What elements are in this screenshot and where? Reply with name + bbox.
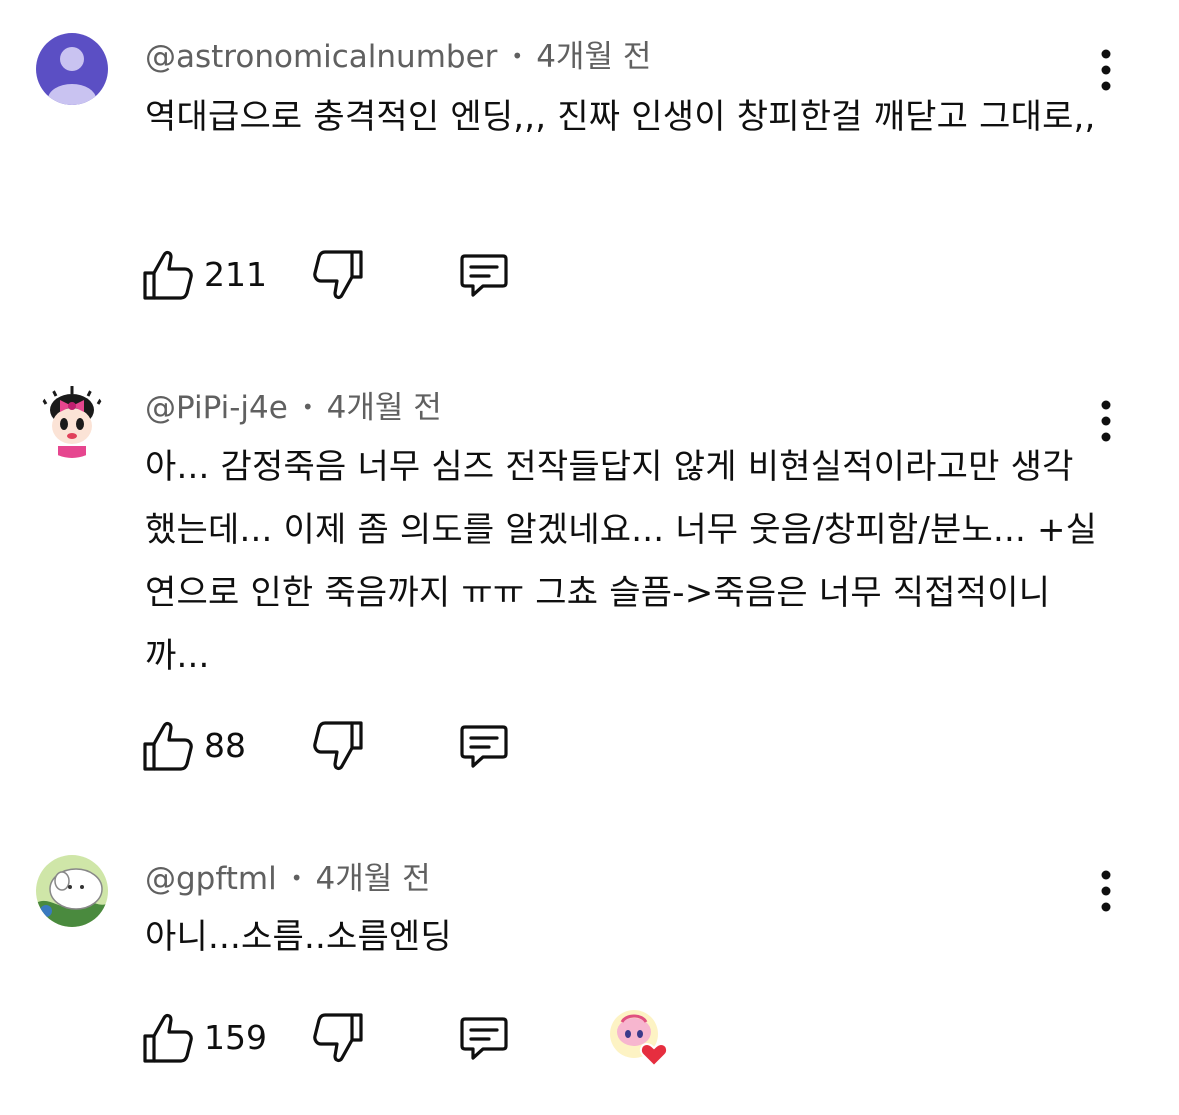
dislike-button[interactable] xyxy=(310,1010,366,1066)
thumbs-up-icon xyxy=(143,1013,193,1063)
comment-actions: 159 xyxy=(140,1010,740,1070)
reply-button[interactable] xyxy=(456,1010,512,1066)
like-count: 159 xyxy=(204,1018,267,1057)
separator-dot: • xyxy=(290,866,303,890)
more-options-button[interactable] xyxy=(1088,866,1124,916)
author-avatar[interactable] xyxy=(36,855,108,927)
comment-text: 아니...소름..소름엔딩 xyxy=(145,917,452,957)
author-name[interactable]: @gpftml xyxy=(145,861,277,897)
comment-time[interactable]: 4개월 전 xyxy=(316,861,431,897)
cartoon-animal-avatar-icon xyxy=(36,855,108,927)
creator-heart-icon xyxy=(610,1010,669,1068)
like-button[interactable]: 159 xyxy=(140,1010,267,1066)
creator-heart-badge xyxy=(608,1008,670,1070)
comment-thread: @gpftml • 4개월 전 아니...소름..소름엔딩 159 xyxy=(0,0,1179,1115)
reply-comment-icon xyxy=(460,1017,508,1060)
thumbs-down-icon xyxy=(313,1013,363,1063)
comment-header: @gpftml • 4개월 전 xyxy=(145,856,431,900)
more-vert-icon xyxy=(1101,870,1111,912)
